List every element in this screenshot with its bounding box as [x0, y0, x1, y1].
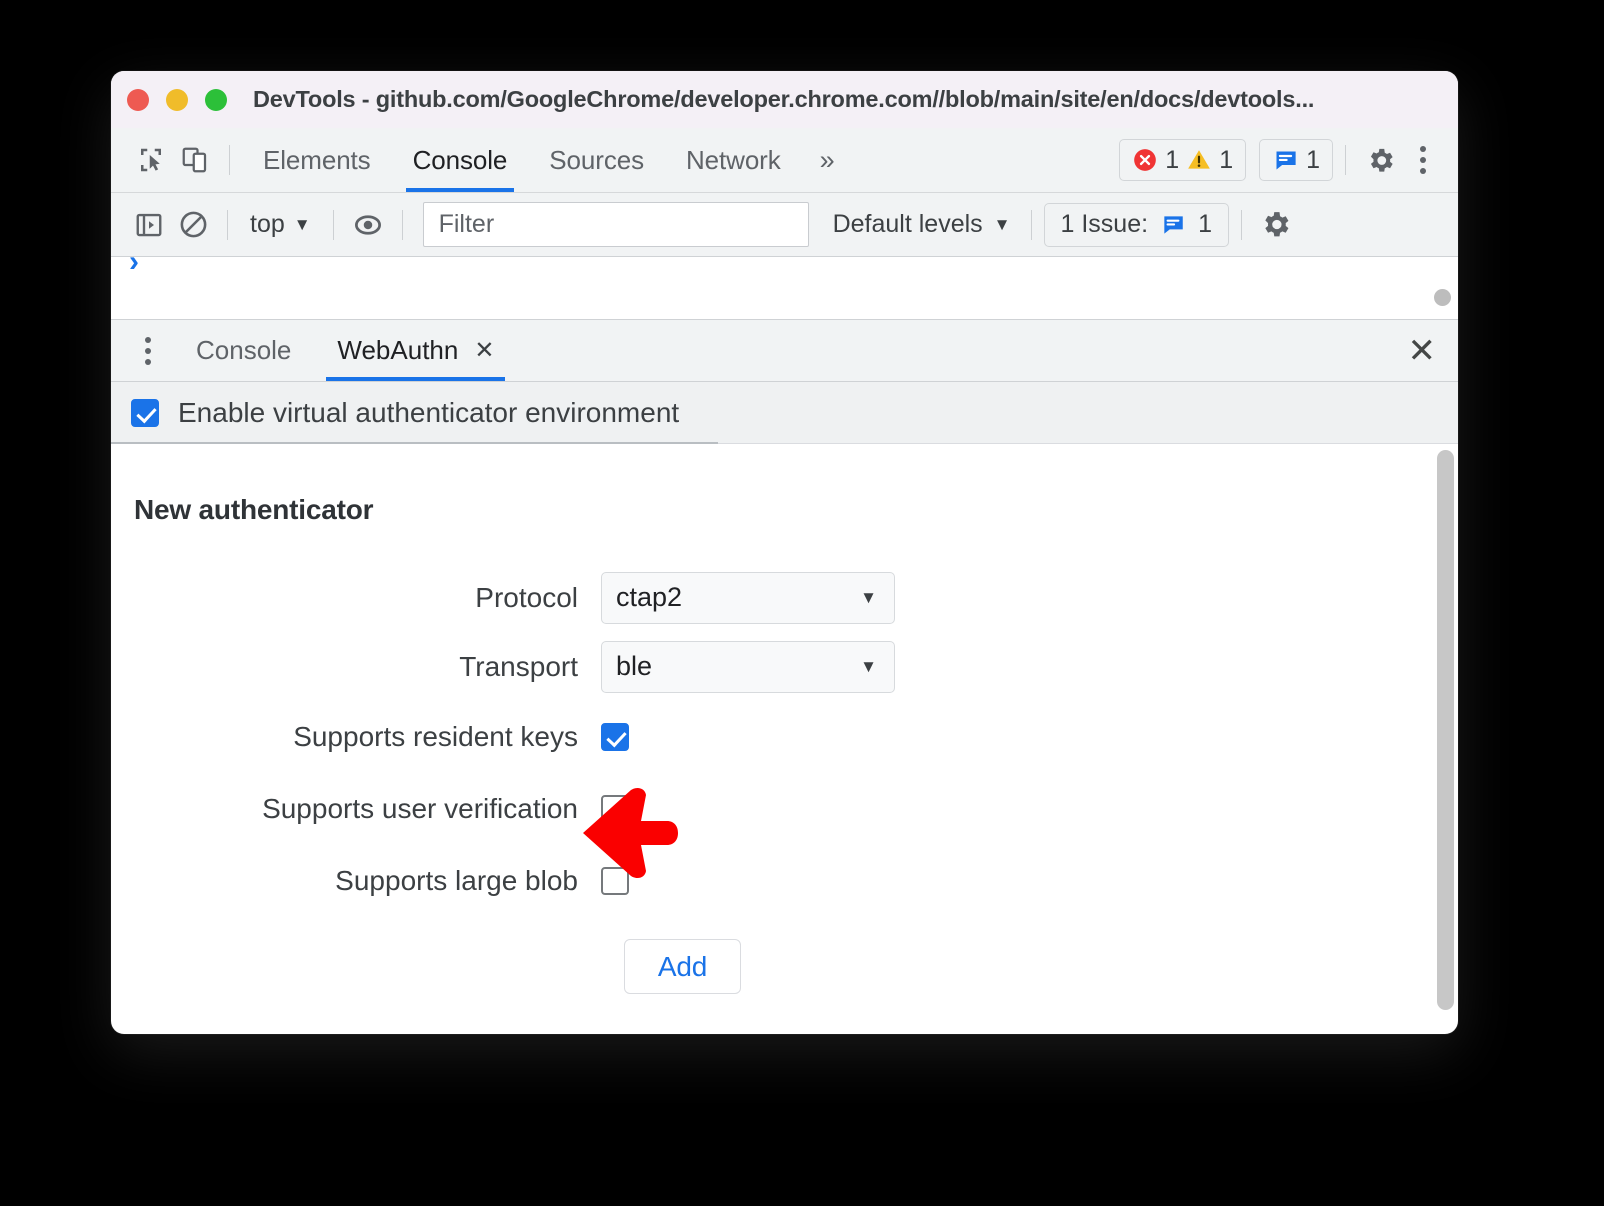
- toolbar-divider: [229, 145, 230, 175]
- console-output-area[interactable]: ›: [111, 257, 1458, 320]
- tab-network-label: Network: [685, 144, 781, 175]
- kebab-menu-icon[interactable]: [127, 330, 169, 372]
- drawer-tab-console[interactable]: Console: [177, 320, 310, 381]
- device-toolbar-icon[interactable]: [173, 138, 217, 182]
- transport-label: Transport: [459, 650, 578, 682]
- console-sidebar-icon[interactable]: [127, 203, 171, 247]
- log-levels-label: Default levels: [832, 210, 983, 238]
- new-authenticator-form: Protocol ctap2 ▼ Transport ble ▼ Support…: [111, 563, 1458, 994]
- clear-console-icon[interactable]: [171, 203, 215, 247]
- drawer-tabbar: Console WebAuthn ✕ ✕: [111, 320, 1458, 382]
- supports-user-verification-row: Supports user verification: [111, 773, 1458, 845]
- protocol-select[interactable]: ctap2 ▼: [601, 571, 895, 624]
- drawer-tab-console-label: Console: [196, 335, 292, 365]
- warning-icon: [1186, 147, 1212, 173]
- drawer-tab-webauthn[interactable]: WebAuthn ✕: [318, 320, 513, 381]
- window-title: DevTools - github.com/GoogleChrome/devel…: [253, 86, 1315, 112]
- devtools-main-tabbar: Elements Console Sources Network » 1 1 1: [111, 128, 1458, 193]
- error-icon: [1132, 147, 1158, 173]
- enable-virtual-authenticator-checkbox[interactable]: [131, 399, 159, 427]
- transport-value: ble: [616, 651, 653, 681]
- error-count: 1: [1165, 145, 1180, 174]
- supports-large-blob-label: Supports large blob: [335, 865, 578, 896]
- console-divider-5: [1240, 209, 1242, 240]
- tab-sources-label: Sources: [549, 144, 644, 175]
- protocol-row: Protocol ctap2 ▼: [111, 563, 1458, 632]
- message-icon: [1160, 212, 1186, 238]
- chevron-down-icon: ▼: [860, 656, 877, 676]
- tab-network[interactable]: Network: [665, 128, 802, 192]
- gear-icon[interactable]: [1254, 203, 1298, 247]
- enable-virtual-authenticator-label: Enable virtual authenticator environment: [178, 397, 680, 428]
- kebab-menu-icon[interactable]: [1402, 139, 1444, 181]
- chevron-down-icon: ▼: [993, 214, 1011, 234]
- main-tabs: Elements Console Sources Network »: [242, 128, 850, 192]
- chevron-down-icon: ▼: [860, 587, 877, 607]
- tab-console[interactable]: Console: [392, 128, 529, 192]
- inspect-cursor-icon[interactable]: [129, 138, 173, 182]
- console-toolbar: top ▼ Filter Default levels ▼ 1 Issue: 1: [111, 193, 1458, 257]
- add-button-row: Add: [111, 939, 1458, 994]
- message-icon: [1272, 147, 1299, 174]
- more-tabs-icon[interactable]: »: [802, 145, 850, 176]
- console-scrollbar[interactable]: [1434, 289, 1451, 306]
- webauthn-panel-scrollbar[interactable]: [1437, 450, 1454, 1010]
- transport-row: Transport ble ▼: [111, 632, 1458, 701]
- enable-authenticator-bar: Enable virtual authenticator environment: [111, 382, 1458, 444]
- supports-resident-keys-label: Supports resident keys: [293, 721, 578, 752]
- error-warning-badges[interactable]: 1 1: [1119, 139, 1247, 181]
- new-authenticator-title: New authenticator: [134, 494, 374, 525]
- devtools-window: DevTools - github.com/GoogleChrome/devel…: [111, 71, 1458, 1034]
- supports-user-verification-label: Supports user verification: [262, 793, 578, 824]
- window-titlebar: DevTools - github.com/GoogleChrome/devel…: [111, 71, 1458, 128]
- drawer-close-button[interactable]: ✕: [1408, 334, 1437, 368]
- console-prompt-icon: ›: [129, 257, 139, 278]
- message-badge[interactable]: 1: [1259, 139, 1333, 181]
- supports-resident-keys-row: Supports resident keys: [111, 701, 1458, 773]
- close-button[interactable]: [127, 88, 149, 111]
- traffic-lights: [127, 88, 227, 111]
- tab-console-label: Console: [412, 144, 508, 175]
- filter-input[interactable]: Filter: [422, 202, 809, 247]
- tabbar-right-group: 1 1 1: [1119, 138, 1444, 182]
- supports-large-blob-row: Supports large blob: [111, 845, 1458, 917]
- warning-count: 1: [1219, 145, 1234, 174]
- supports-user-verification-checkbox[interactable]: [601, 795, 629, 823]
- close-icon[interactable]: ✕: [474, 338, 494, 363]
- supports-resident-keys-checkbox[interactable]: [601, 723, 629, 751]
- gear-icon[interactable]: [1358, 138, 1402, 182]
- drawer-tab-webauthn-label: WebAuthn: [337, 335, 459, 365]
- log-levels-selector[interactable]: Default levels ▼: [825, 210, 1019, 239]
- issues-count: 1: [1198, 210, 1212, 238]
- supports-large-blob-checkbox[interactable]: [601, 867, 629, 895]
- transport-select[interactable]: ble ▼: [601, 640, 895, 693]
- protocol-value: ctap2: [616, 582, 683, 612]
- toolbar-divider-2: [1345, 145, 1346, 175]
- execution-context-value: top: [250, 210, 285, 238]
- execution-context-selector[interactable]: top ▼: [240, 210, 321, 239]
- console-divider-1: [227, 209, 228, 240]
- add-authenticator-button[interactable]: Add: [624, 939, 741, 994]
- issues-label: 1 Issue:: [1060, 210, 1149, 238]
- webauthn-panel: New authenticator Protocol ctap2 ▼ Trans…: [111, 444, 1458, 1017]
- console-divider-4: [1030, 209, 1032, 240]
- screenshot-stage: DevTools - github.com/GoogleChrome/devel…: [0, 0, 1604, 1206]
- protocol-label: Protocol: [475, 581, 578, 613]
- maximize-button[interactable]: [205, 88, 227, 111]
- message-count: 1: [1306, 145, 1320, 174]
- tab-sources[interactable]: Sources: [528, 128, 665, 192]
- live-expression-eye-icon[interactable]: [346, 203, 390, 247]
- minimize-button[interactable]: [166, 88, 188, 111]
- tab-elements-label: Elements: [263, 144, 371, 175]
- issues-button[interactable]: 1 Issue: 1: [1043, 202, 1229, 247]
- console-divider-3: [401, 209, 403, 240]
- console-divider-2: [332, 209, 334, 240]
- tab-elements[interactable]: Elements: [242, 128, 392, 192]
- chevron-down-icon: ▼: [293, 214, 311, 234]
